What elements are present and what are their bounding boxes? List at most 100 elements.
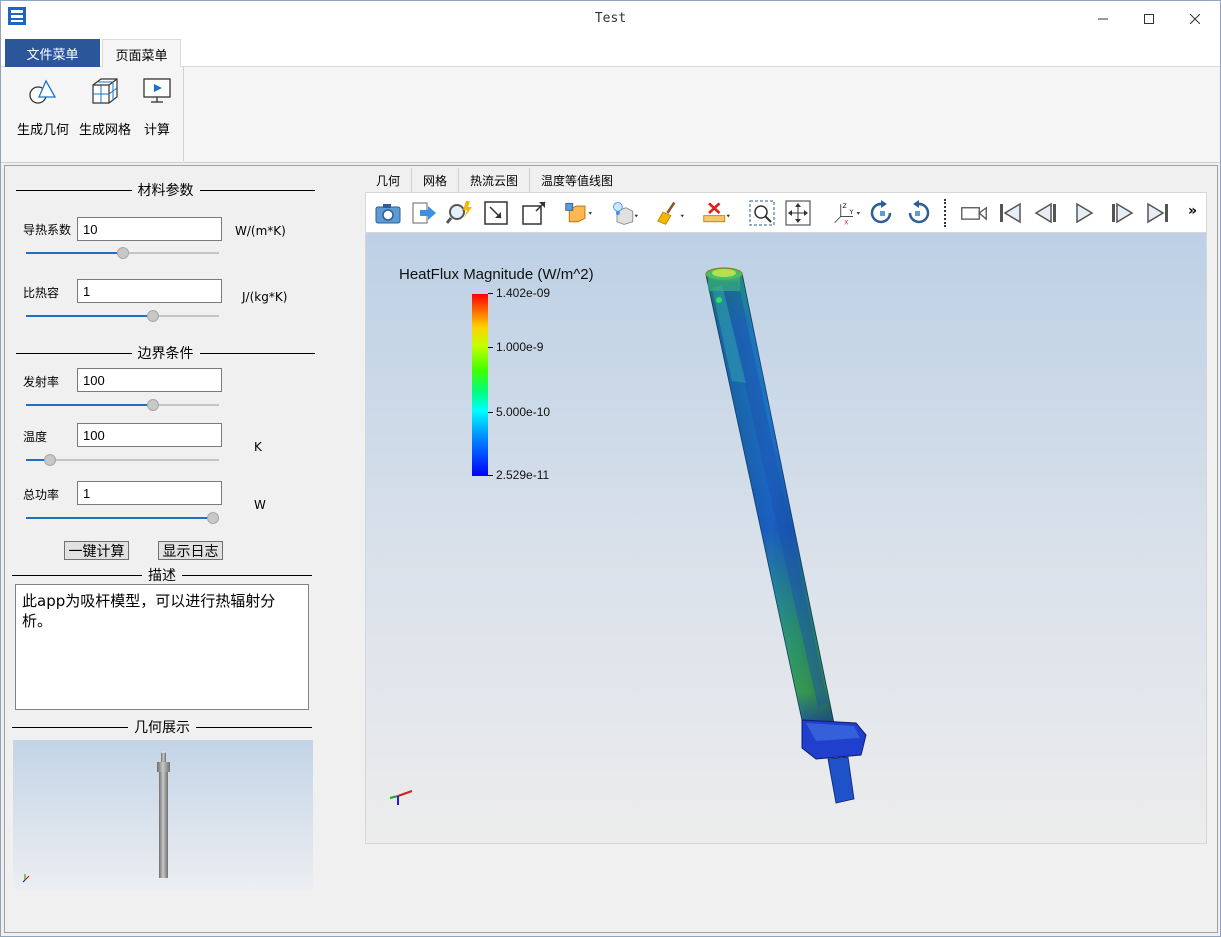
specific-heat-slider[interactable] [26,310,219,322]
description-textarea[interactable]: 此app为吸杆模型，可以进行热辐射分析。 [15,584,309,710]
next-frame-icon [1112,202,1134,224]
slider-thumb[interactable] [147,310,159,322]
record-button[interactable] [956,197,992,229]
result-viewport[interactable]: HeatFlux Magnitude (W/m^2) 1.402e-09 1.0… [365,232,1207,844]
total-power-input[interactable] [77,481,222,505]
emissivity-slider[interactable] [26,399,219,411]
parameter-panel: 材料参数 导热系数 W/(m*K) 比热容 J/(kg*K) 边界条件 发射率 [5,166,335,932]
pick-button[interactable] [444,197,476,229]
main-area: 材料参数 导热系数 W/(m*K) 比热容 J/(kg*K) 边界条件 发射率 [4,165,1218,933]
clear-ruler-icon [703,202,730,223]
total-power-unit: W [254,498,266,512]
export-button[interactable] [408,197,440,229]
compute-ribbon-button[interactable]: 计算 [137,75,177,145]
slider-thumb[interactable] [207,512,219,524]
first-frame-icon [1000,202,1021,224]
light-bulb-icon [613,202,638,225]
heat-flux-rod-model [389,267,867,805]
specific-heat-unit: J/(kg*K) [242,290,288,304]
temperature-slider[interactable] [26,454,219,466]
svg-text:Z: Z [843,203,847,210]
specific-heat-label: 比热容 [23,286,60,300]
minimize-button[interactable] [1080,1,1126,37]
maximize-button[interactable] [1126,1,1172,37]
tab-page-menu[interactable]: 页面菜单 [102,39,181,68]
clean-dropdown[interactable] [652,197,688,229]
description-section-title: 描述 [12,567,312,584]
app-window: Test 文件菜单 页面菜单 生成几何 生成网格 计算 材料参数 导热系数 10… [0,0,1221,937]
thermal-conductivity-input[interactable] [77,217,222,241]
slider-thumb[interactable] [44,454,56,466]
rotate-ccw-button[interactable] [902,197,934,229]
close-icon [1190,14,1200,24]
last-frame-button[interactable] [1142,197,1174,229]
box-cube-icon [565,202,592,223]
previous-frame-button[interactable] [1030,197,1062,229]
visualization-panel: 几何 网格 热流云图 温度等值线图 Z Y X » HeatFlux Magni… [365,166,1211,846]
axes-icon: ZYX [834,203,860,226]
viewer-toolbar: ZYX » [365,192,1207,232]
total-power-slider[interactable] [26,512,219,524]
show-log-button[interactable]: 显示日志 [158,541,223,560]
slider-thumb[interactable] [117,247,129,259]
tab-heat-flux[interactable]: 热流云图 [459,168,531,192]
close-button[interactable] [1172,1,1218,37]
thermal-conductivity-unit: W/(m*K) [235,224,286,238]
maximize-icon [1144,14,1154,24]
geometry-view-section-title: 几何展示 [12,719,312,736]
clear-measure-dropdown[interactable] [698,197,734,229]
rotate-ccw-icon [908,200,930,224]
display-mode-dropdown[interactable] [560,197,596,229]
magnifier-spark-icon [446,201,472,224]
orientation-axes-icon [389,790,413,805]
emissivity-input[interactable] [77,368,222,392]
pan-icon [785,200,811,226]
slider-thumb[interactable] [147,399,159,411]
tab-geometry[interactable]: 几何 [365,168,413,192]
geometry-preview-viewport[interactable] [13,740,313,890]
total-power-label: 总功率 [23,488,60,502]
ribbon: 生成几何 生成网格 计算 [1,67,1220,163]
first-frame-button[interactable] [994,197,1026,229]
one-click-compute-button[interactable]: 一键计算 [64,541,129,560]
temperature-label: 温度 [23,430,48,444]
compute-ribbon-label: 计算 [143,123,170,138]
screenshot-button[interactable] [372,197,404,229]
brush-icon [657,201,684,225]
play-button[interactable] [1068,197,1100,229]
reset-view-button[interactable] [480,197,512,229]
tab-temperature-contour[interactable]: 温度等值线图 [530,168,624,192]
video-camera-icon [961,206,987,221]
zoom-box-button[interactable] [746,197,778,229]
zoom-box-icon [749,200,775,226]
reset-zoom-icon [484,201,508,225]
boundary-section-title: 边界条件 [16,345,315,362]
toolbar-overflow-button[interactable]: » [1188,203,1197,219]
temperature-input[interactable] [77,423,222,447]
fit-frame-button[interactable] [518,197,550,229]
tab-mesh[interactable]: 网格 [412,168,460,192]
axes-triad-icon [22,874,30,883]
camera-icon [375,204,401,224]
lighting-dropdown[interactable] [606,197,642,229]
pan-button[interactable] [782,197,814,229]
axes-dropdown[interactable]: ZYX [828,197,864,229]
tab-file-menu[interactable]: 文件菜单 [5,39,100,67]
minimize-icon [1098,18,1108,20]
mesh-cube-icon [92,78,118,104]
emissivity-label: 发射率 [23,375,60,389]
ribbon-group: 生成几何 生成网格 计算 [5,67,184,161]
svg-text:Y: Y [849,209,854,216]
generate-mesh-button[interactable]: 生成网格 [77,75,133,145]
window-title: Test [594,11,627,26]
next-frame-button[interactable] [1106,197,1138,229]
rotate-cw-button[interactable] [866,197,898,229]
monitor-play-icon [143,78,171,103]
svg-text:X: X [844,219,848,226]
generate-geometry-label: 生成几何 [16,123,69,138]
material-section-title: 材料参数 [16,182,315,199]
thermal-conductivity-slider[interactable] [26,247,219,259]
specific-heat-input[interactable] [77,279,222,303]
rod-geometry-graphic [22,751,170,883]
generate-geometry-button[interactable]: 生成几何 [15,75,71,145]
